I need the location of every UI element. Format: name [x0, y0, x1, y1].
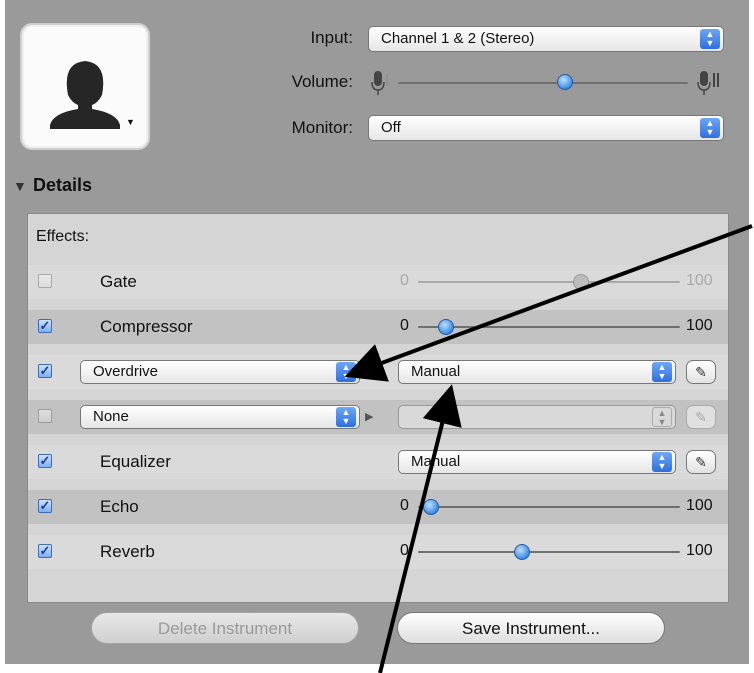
annotation-arrow-2 [378, 384, 462, 673]
annotation-arrow-1 [344, 224, 753, 382]
annotation-arrows [344, 224, 753, 673]
